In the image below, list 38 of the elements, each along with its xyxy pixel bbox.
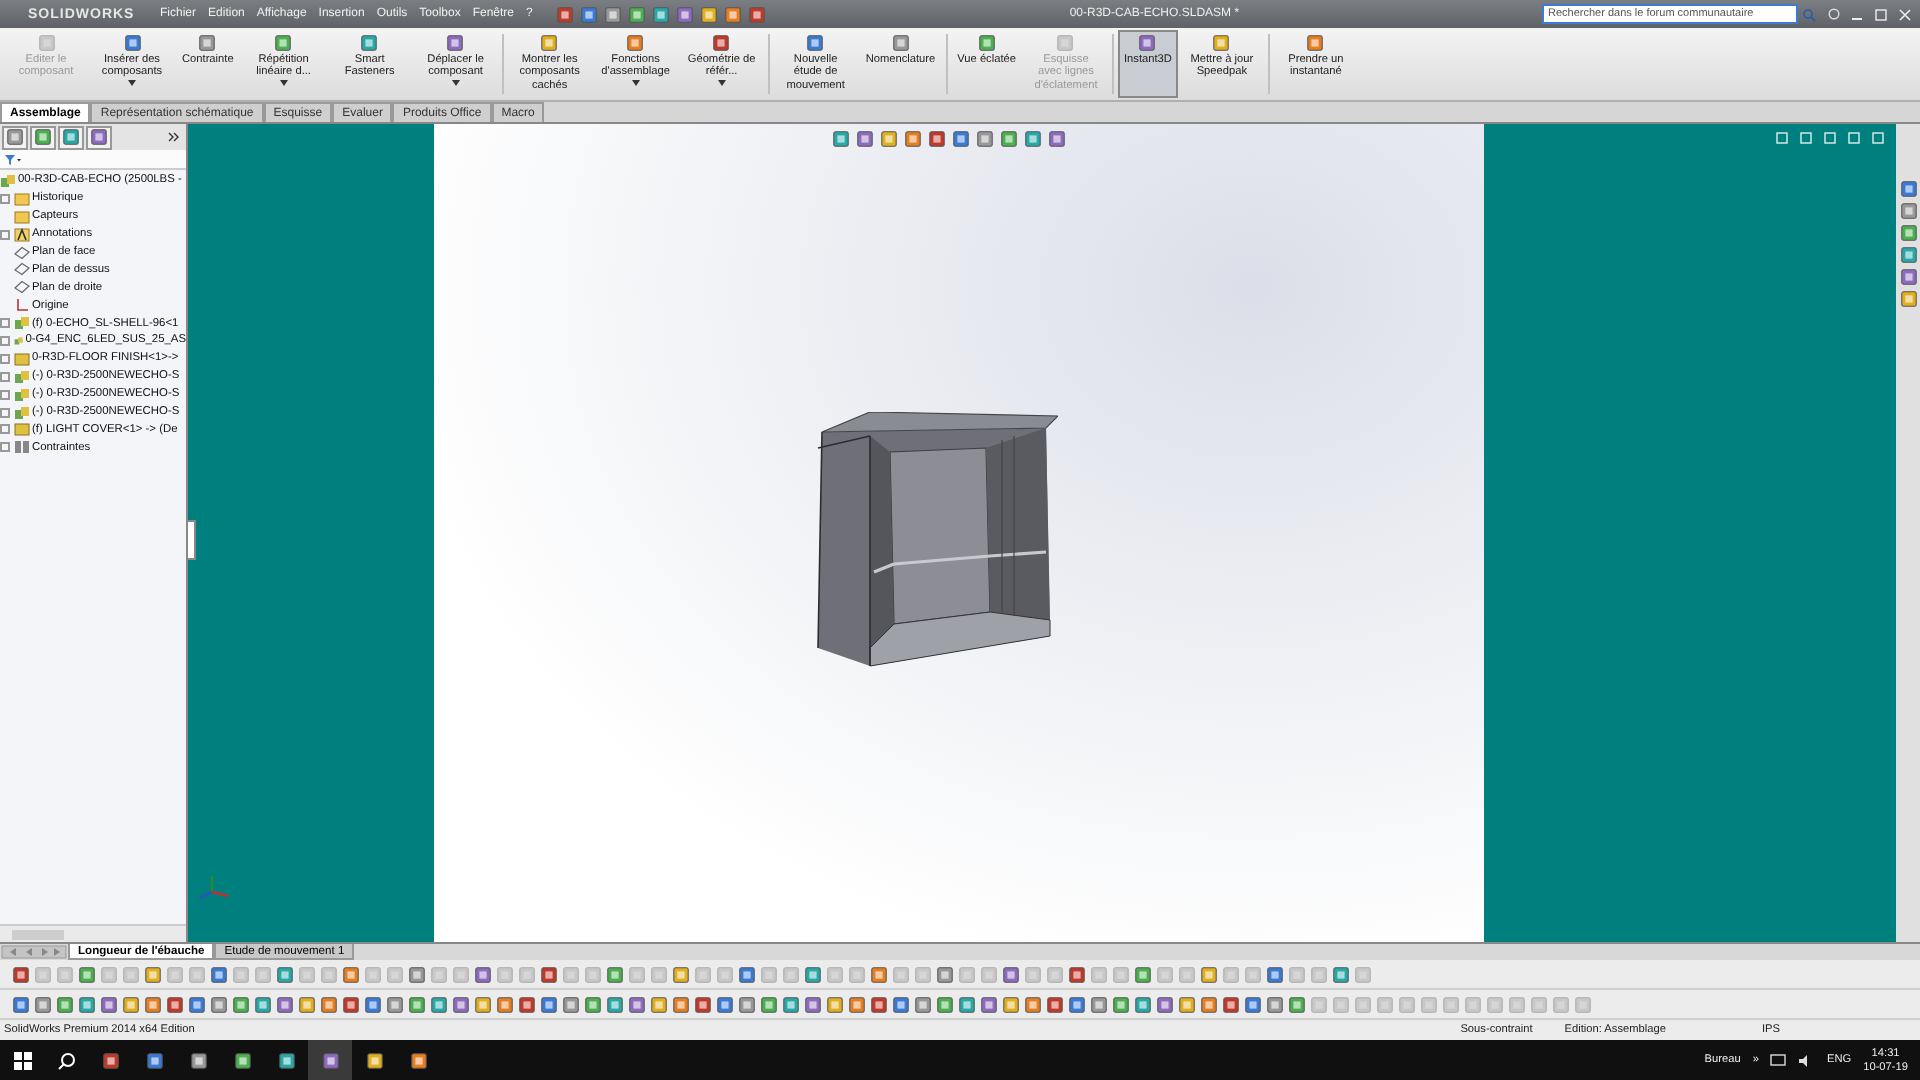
tool-icon[interactable] xyxy=(277,1051,295,1069)
part-icon xyxy=(14,422,30,437)
network-icon[interactable] xyxy=(1770,1053,1787,1067)
axis-triad-icon xyxy=(198,874,230,902)
chevron-icon[interactable] xyxy=(168,132,184,142)
part-icon xyxy=(14,351,30,366)
tool-icon[interactable] xyxy=(409,1051,427,1069)
tool-icon[interactable] xyxy=(233,1051,251,1069)
maximize-icon[interactable] xyxy=(1874,7,1888,21)
tab-navigation-icon[interactable] xyxy=(0,944,68,960)
assembly-icon xyxy=(0,173,16,188)
expand-icon[interactable] xyxy=(0,353,10,364)
expand-icon[interactable] xyxy=(0,389,10,400)
tool-icon[interactable] xyxy=(321,1051,339,1069)
tool-icon[interactable] xyxy=(145,1051,163,1069)
expand-icon[interactable] xyxy=(0,229,10,240)
taskbar-app[interactable] xyxy=(308,1040,352,1080)
tool-icon[interactable] xyxy=(189,1051,207,1069)
expand-icon[interactable] xyxy=(0,193,10,204)
origin-icon xyxy=(14,298,30,313)
windows-icon xyxy=(13,1051,31,1069)
search-icon xyxy=(1802,7,1816,21)
expand-icon[interactable] xyxy=(0,335,10,346)
search-icon xyxy=(57,1051,75,1069)
tool-icon[interactable] xyxy=(101,1051,119,1069)
expand-icon[interactable] xyxy=(0,407,10,418)
expand-icon[interactable] xyxy=(0,318,10,329)
annotation-icon xyxy=(14,227,30,242)
expand-icon[interactable] xyxy=(0,371,10,382)
expand-icon[interactable] xyxy=(0,442,10,453)
scrollbar[interactable] xyxy=(0,924,186,942)
filter-icon[interactable] xyxy=(4,153,22,165)
help-icon[interactable] xyxy=(1828,7,1840,21)
close-icon[interactable] xyxy=(1898,7,1912,21)
panel-grip[interactable] xyxy=(186,520,196,560)
mates-icon xyxy=(14,440,30,455)
expand-icon[interactable] xyxy=(0,424,10,435)
tool-icon[interactable] xyxy=(365,1051,383,1069)
